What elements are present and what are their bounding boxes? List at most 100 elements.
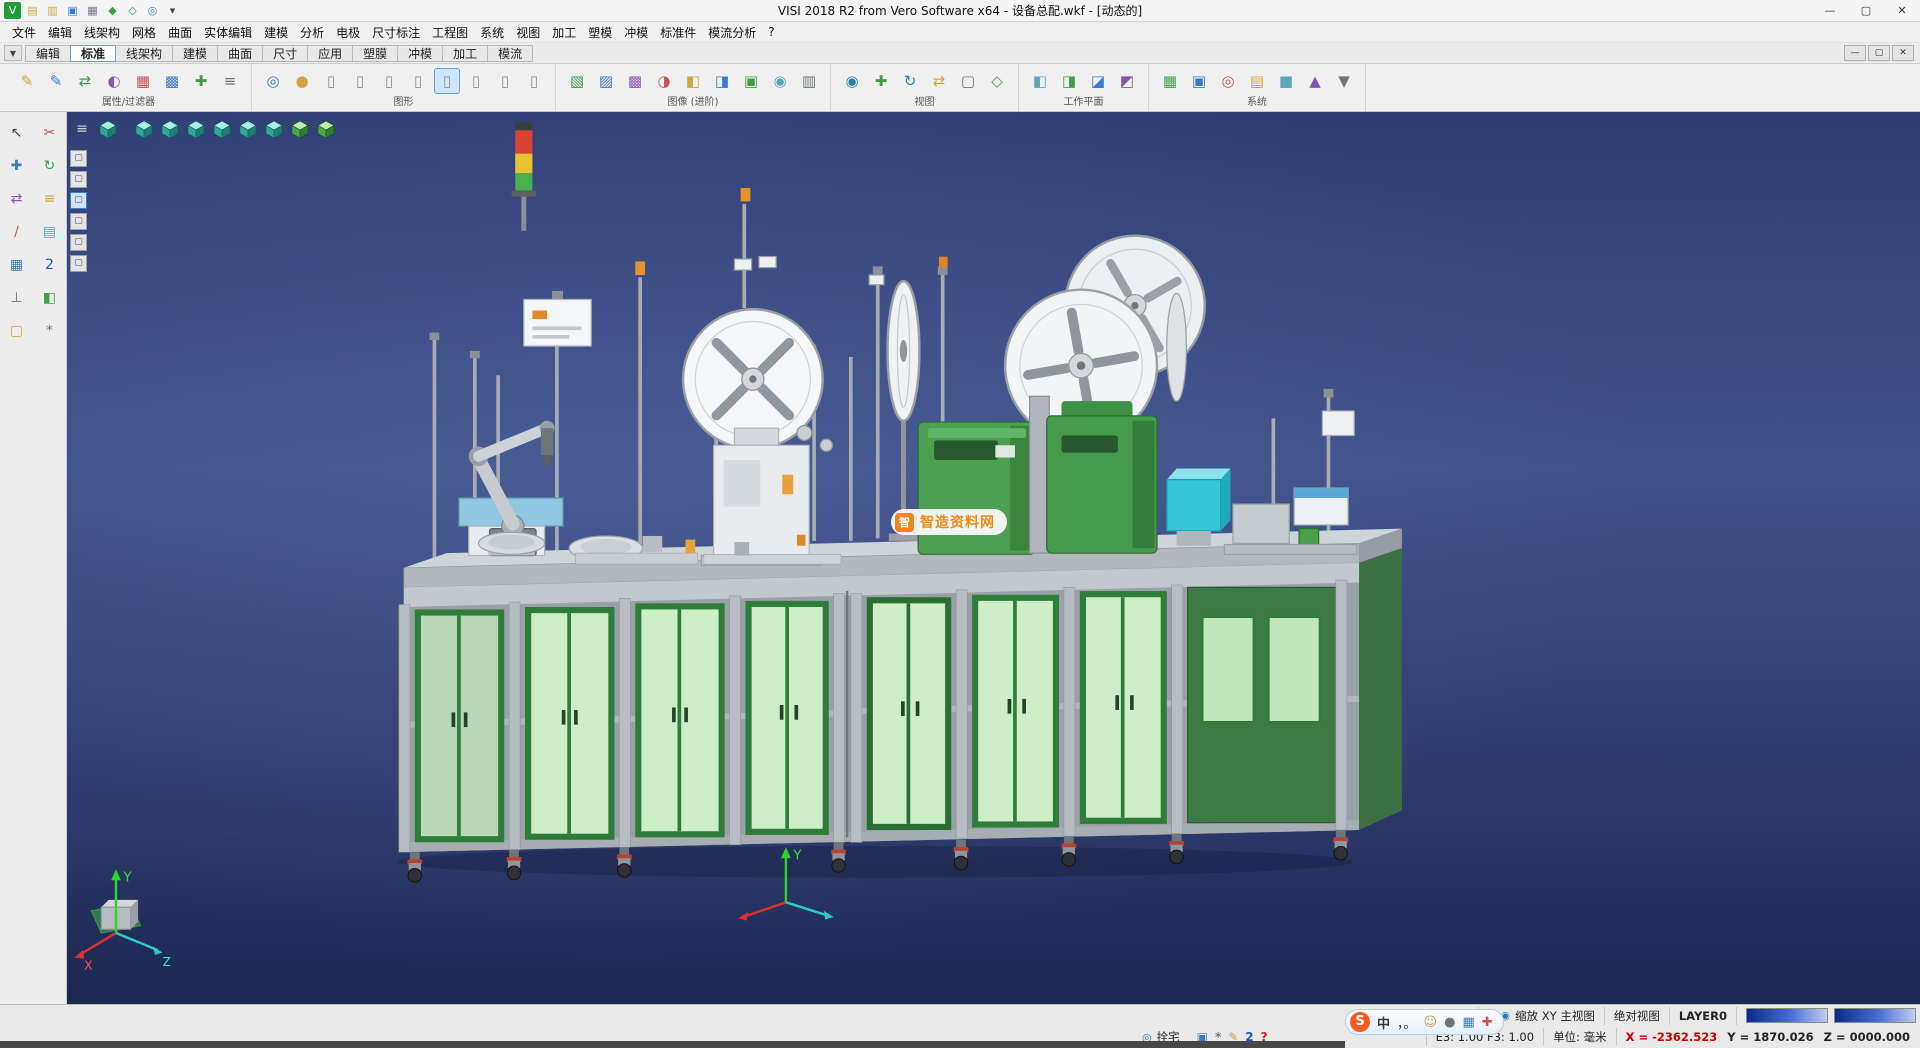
view-target-icon[interactable]: ◉ [839,68,865,94]
menu-item[interactable]: 建模 [258,24,294,41]
menu-item[interactable]: 模流分析 [702,24,762,41]
trim-icon[interactable]: ∕ [5,221,29,245]
visi-logo[interactable]: V [4,2,21,19]
system-up-icon[interactable]: ▲ [1302,68,1328,94]
quick-access-dropdown-icon[interactable]: ▾ [164,2,181,19]
menu-item[interactable]: 实体编辑 [198,24,258,41]
menu-item[interactable]: 塑模 [582,24,618,41]
mdi-restore-button[interactable]: ▢ [1868,45,1890,61]
reflect-icon[interactable]: ◨ [709,68,735,94]
pan-view-icon[interactable]: ⇄ [926,68,952,94]
side-tool-3[interactable]: ▢ [70,192,87,209]
world-icon[interactable]: ◎ [144,2,161,19]
print-icon[interactable]: ▦ [84,2,101,19]
ime-mode-toggle[interactable]: 中 [1377,1013,1390,1032]
maximize-button[interactable]: ▢ [1848,0,1884,21]
open-file-icon[interactable]: ▥ [44,2,61,19]
display-style-8-icon[interactable]: ▯ [521,68,547,94]
bands-icon[interactable]: ▥ [796,68,822,94]
target-icon[interactable]: ◉ [767,68,793,94]
system-display-icon[interactable]: ▣ [1186,68,1212,94]
filter-pen-icon[interactable]: ✎ [14,68,40,94]
filter-grid-icon[interactable]: ▦ [130,68,156,94]
display-style-4-icon[interactable]: ▯ [405,68,431,94]
view-cube-7[interactable] [262,117,286,141]
active-layer-label[interactable]: LAYER0 [1679,1009,1727,1023]
ribbon-tab[interactable]: 模流 [487,45,533,62]
two-icon[interactable]: 2 [38,254,62,278]
display-style-1-icon[interactable]: ▯ [318,68,344,94]
menu-item[interactable]: 电极 [330,24,366,41]
view-cube-1[interactable] [96,117,120,141]
ribbon-tab[interactable]: 应用 [307,45,353,62]
tab-dropdown-icon[interactable]: ▼ [4,45,22,61]
ribbon-tab[interactable]: 塑膜 [352,45,398,62]
rotate-icon[interactable]: ↻ [38,155,62,179]
menu-item[interactable]: 工程图 [426,24,474,41]
save-icon[interactable]: ▣ [64,2,81,19]
ime-punct-toggle[interactable]: ，。 [1397,1013,1417,1032]
iso-view-icon[interactable]: ◇ [984,68,1010,94]
ruler-icon[interactable]: ⊥ [5,287,29,311]
ribbon-tab[interactable]: 加工 [442,45,488,62]
scissors-icon[interactable]: ✂ [38,122,62,146]
menu-item[interactable]: 文件 [6,24,42,41]
absolute-view-label[interactable]: 绝对视图 [1614,1008,1660,1024]
ribbon-tab[interactable]: 建模 [172,45,218,62]
wire-cube-icon[interactable]: ◇ [124,2,141,19]
ribbon-tab[interactable]: 线架构 [115,45,173,62]
plane-custom-icon[interactable]: ◩ [1114,68,1140,94]
view-cube-4[interactable] [184,117,208,141]
mdi-close-button[interactable]: ✕ [1892,45,1914,61]
display-style-6-icon[interactable]: ▯ [463,68,489,94]
options-icon[interactable]: * [38,320,62,344]
ribbon-tab[interactable]: 冲模 [397,45,443,62]
ime-mic-icon[interactable]: ● [1444,1015,1455,1030]
menu-item[interactable]: ? [762,25,780,39]
tag-icon[interactable]: ▢ [5,320,29,344]
paint-icon[interactable]: ◧ [38,287,62,311]
mirror-icon[interactable]: ⇄ [5,188,29,212]
system-down-icon[interactable]: ▼ [1331,68,1357,94]
ime-keyboard-icon[interactable]: ▦ [1462,1015,1474,1030]
ribbon-tab[interactable]: 编辑 [25,45,71,62]
side-tool-4[interactable]: ▢ [70,213,87,230]
plane-yz-icon[interactable]: ◨ [1056,68,1082,94]
plane-xy-icon[interactable]: ◧ [1027,68,1053,94]
view-cube-6[interactable] [236,117,260,141]
view-cube-5[interactable] [210,117,234,141]
mdi-minimize-button[interactable]: — [1844,45,1866,61]
ribbon-tab[interactable]: 标准 [70,45,116,62]
menu-item[interactable]: 分析 [294,24,330,41]
view-cube-2[interactable] [132,117,156,141]
menu-item[interactable]: 系统 [474,24,510,41]
system-block-icon[interactable]: ■ [1273,68,1299,94]
rotate-view-icon[interactable]: ↻ [897,68,923,94]
menu-item[interactable]: 尺寸标注 [366,24,426,41]
zoom-fit-icon[interactable]: ✚ [868,68,894,94]
layer-color-bar-2[interactable] [1834,1008,1916,1023]
display-style-2-icon[interactable]: ▯ [347,68,373,94]
wireframe-icon[interactable]: ◎ [260,68,286,94]
sheet-icon[interactable]: ▤ [38,221,62,245]
new-file-icon[interactable]: ▤ [24,2,41,19]
filter-list-icon[interactable]: ≡ [217,68,243,94]
attr-pen-icon[interactable]: ✎ [43,68,69,94]
layer-color-bar-1[interactable] [1746,1008,1828,1023]
system-grid-icon[interactable]: ▦ [1157,68,1183,94]
menu-item[interactable]: 加工 [546,24,582,41]
light-icon[interactable]: ◧ [680,68,706,94]
menu-item[interactable]: 视图 [510,24,546,41]
shade-half-icon[interactable]: ◐ [101,68,127,94]
menu-item[interactable]: 网格 [126,24,162,41]
hatch-filter-icon[interactable]: ▩ [159,68,185,94]
menu-item[interactable]: 冲模 [618,24,654,41]
ime-logo-icon[interactable]: S [1350,1012,1370,1032]
solid-cube-icon[interactable]: ◆ [104,2,121,19]
view-cube-3[interactable] [158,117,182,141]
menu-item[interactable]: 线架构 [78,24,126,41]
menu-item[interactable]: 曲面 [162,24,198,41]
window-view-icon[interactable]: ▢ [955,68,981,94]
contrast-icon[interactable]: ◑ [651,68,677,94]
plane-zx-icon[interactable]: ◪ [1085,68,1111,94]
